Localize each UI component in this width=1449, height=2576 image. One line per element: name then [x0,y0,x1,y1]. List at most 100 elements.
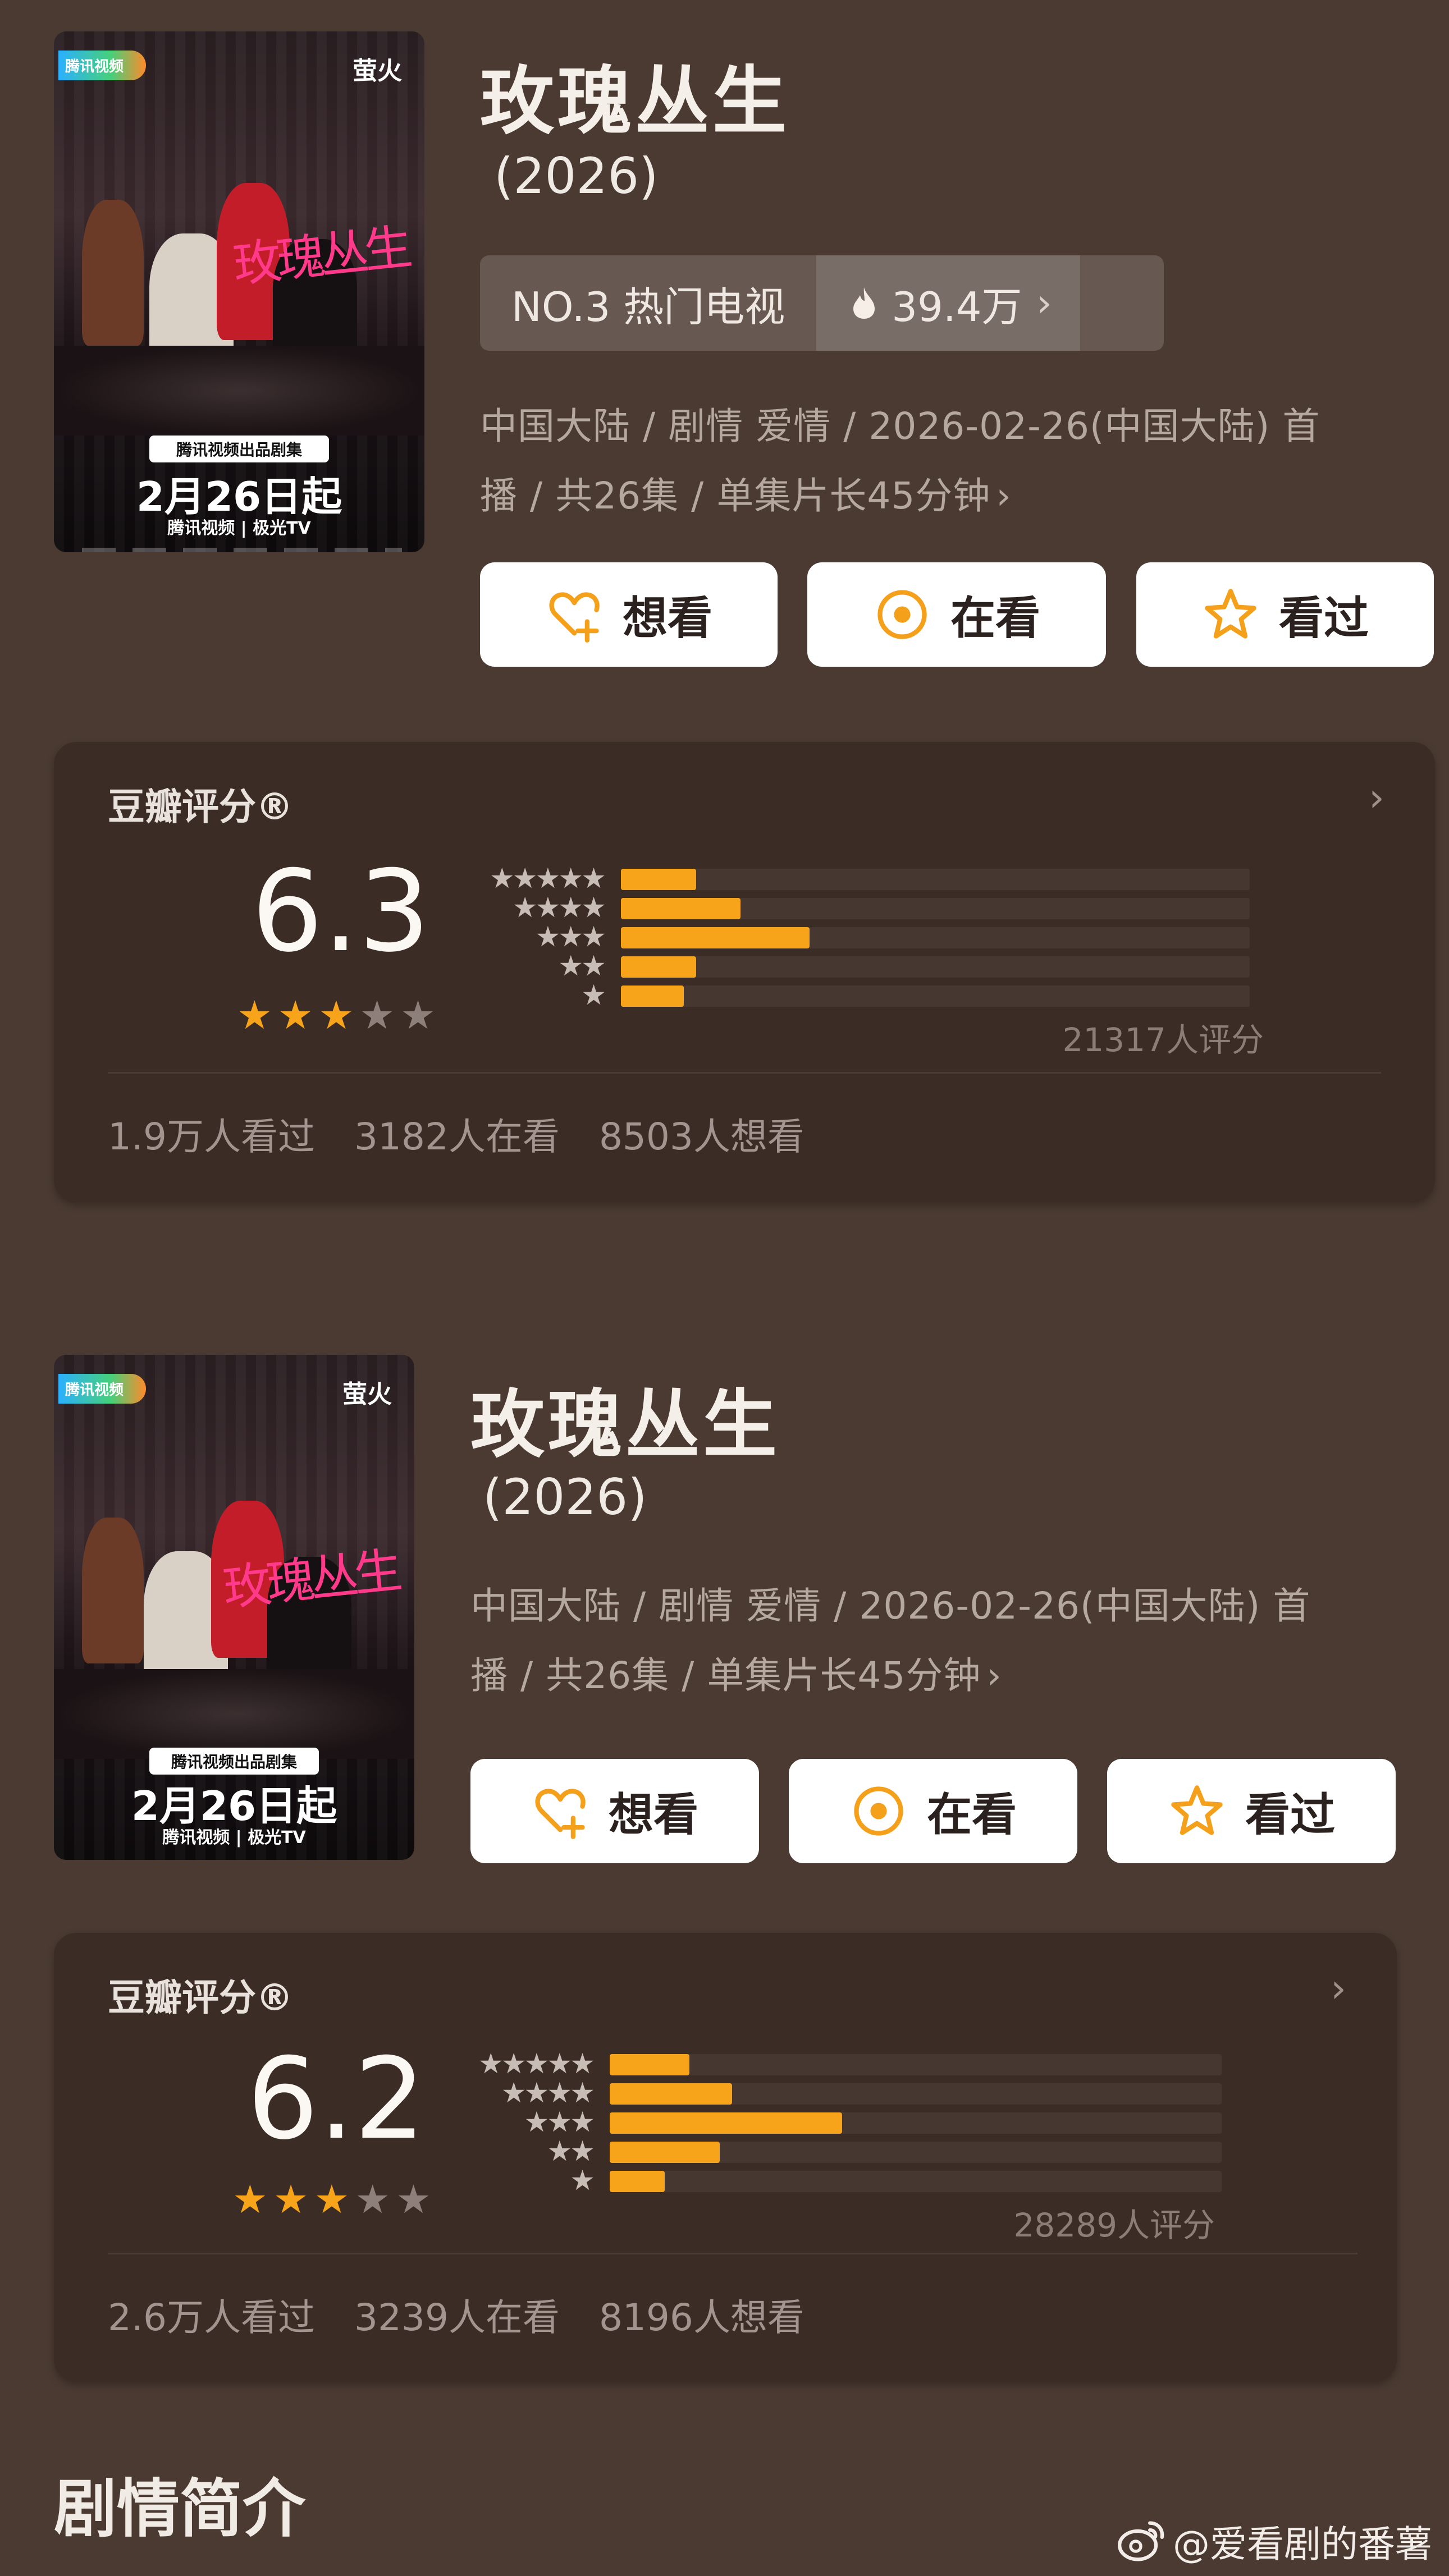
rating-stars: ★ ★ ★ ★ ★ [232,2180,431,2219]
watched-button[interactable]: 看过 [1107,1759,1396,1863]
star-icon [1205,589,1256,639]
rating-distribution: ★★★★★ ★★★★ ★★★ ★★ ★ [458,2047,1283,2222]
chevron-right-icon: › [986,1654,1002,1697]
meta-info[interactable]: 中国大陆 / 剧情 爱情 / 2026-02-26(中国大陆) 首 播 / 共2… [470,1571,1402,1711]
star-row-icon: ★★★ [524,2106,595,2138]
release-year: (2026) [494,147,659,205]
rating-bar-4-star: ★★★★ [469,891,1311,924]
poster-platforms: 腾讯视频 | 极光TV [162,1828,306,1848]
rating-bar-fill [610,2142,720,2163]
watched-count: 2.6万人看过 [108,2296,315,2339]
star-empty-icon: ★ [396,2176,431,2222]
want-button[interactable]: 想看 [480,562,778,667]
rating-bar-fill [621,898,741,919]
rating-bar-fill [610,2054,689,2075]
rating-score: 6.3 [252,846,431,977]
tencent-video-logo: 腾讯视频 [58,51,147,80]
star-empty-icon: ★ [400,992,436,1038]
weibo-icon [1118,2521,1164,2561]
want-label: 想看 [609,1789,698,1841]
rating-bar-fill [621,869,697,890]
chevron-right-icon[interactable]: › [1369,774,1384,821]
watching-label: 在看 [950,592,1040,644]
star-filled-icon: ★ [237,992,272,1038]
poster-image[interactable]: 腾讯视频 萤火 玫瑰丛生 腾讯视频出品剧集 2月26日起 腾讯视频 | 极光TV [54,31,424,552]
release-year: (2026) [483,1468,647,1526]
rating-bar-5-star: ★★★★★ [458,2047,1283,2080]
rating-bar-fill [610,2171,665,2192]
watched-button[interactable]: 看过 [1136,562,1434,667]
want-count: 8503人想看 [598,1115,805,1158]
rating-bar-1-star: ★ [469,979,1311,1011]
page-title: 玫瑰丛生 [480,58,790,145]
rank-badge[interactable]: NO.3 热门电视 39.4万 › [480,255,1164,351]
star-filled-icon: ★ [273,2176,309,2222]
rating-bar-fill [621,956,697,978]
heat-value-group: 39.4万 › [816,255,1080,351]
watermark-text: @爱看剧的番薯 [1173,2523,1432,2566]
star-icon [1171,1785,1223,1835]
watching-button[interactable]: 在看 [789,1759,1077,1863]
star-filled-icon: ★ [318,992,354,1038]
star-row-icon: ★★★★ [512,891,606,924]
douban-rating-label: 豆瓣评分® [108,785,293,828]
entry-1: 腾讯视频 萤火 玫瑰丛生 腾讯视频出品剧集 2月26日起 腾讯视频 | 极光TV… [0,0,1449,1223]
target-icon [854,1786,903,1836]
rating-bar-4-star: ★★★★ [458,2077,1283,2109]
rating-bar-2-star: ★★ [469,950,1311,982]
star-row-icon: ★★★★ [501,2077,595,2109]
meta-line-2: 播 / 共26集 / 单集片长45分钟 [470,1654,981,1697]
star-row-icon: ★★★★★ [478,2047,595,2080]
watching-button[interactable]: 在看 [807,562,1106,667]
rating-bar-fill [621,927,810,948]
star-empty-icon: ★ [359,992,395,1038]
poster-platforms: 腾讯视频 | 极光TV [167,519,311,538]
studio-logo: 萤火 [342,1380,392,1409]
synopsis-heading: 剧情简介 [54,2473,305,2546]
want-button[interactable]: 想看 [470,1759,759,1863]
rating-score: 6.2 [247,2034,426,2165]
studio-logo: 萤火 [353,57,402,85]
meta-line-1: 中国大陆 / 剧情 爱情 / 2026-02-26(中国大陆) 首 [480,405,1320,448]
chevron-right-icon[interactable]: › [1331,1965,1346,2011]
rating-bar-1-star: ★ [458,2164,1283,2197]
watched-label: 看过 [1279,592,1369,644]
poster-badge: 腾讯视频出品剧集 [149,1748,319,1775]
audience-stats: 1.9万人看过 3182人在看 8503人想看 [108,1107,844,1161]
heart-plus-icon [549,592,600,643]
weibo-watermark: @爱看剧的番薯 [1116,2514,1432,2568]
rating-stars: ★ ★ ★ ★ ★ [237,996,436,1035]
rating-bar-3-star: ★★★ [458,2106,1283,2138]
page-title: 玫瑰丛生 [470,1382,780,1468]
star-empty-icon: ★ [355,2176,391,2222]
watched-label: 看过 [1245,1789,1335,1841]
meta-line-1: 中国大陆 / 剧情 爱情 / 2026-02-26(中国大陆) 首 [470,1584,1311,1628]
star-row-icon: ★ [570,2164,595,2197]
target-icon [877,590,927,639]
rating-bar-5-star: ★★★★★ [469,862,1311,895]
star-filled-icon: ★ [277,992,313,1038]
rating-card[interactable]: 豆瓣评分® › 6.3 ★ ★ ★ ★ ★ ★★★★★ ★★★★ ★★★ ★★ ★ 21317人… [54,742,1435,1202]
rating-distribution: ★★★★★ ★★★★ ★★★ ★★ ★ [469,862,1311,1037]
rating-bar-2-star: ★★ [458,2135,1283,2167]
poster-image[interactable]: 腾讯视频 萤火 玫瑰丛生 腾讯视频出品剧集 2月26日起 腾讯视频 | 极光TV [54,1355,414,1860]
star-row-icon: ★★★ [535,920,606,953]
chevron-right-icon: › [996,474,1012,517]
chevron-right-icon: › [1036,281,1052,326]
watching-count: 3239人在看 [354,2296,560,2339]
heart-plus-icon [535,1789,586,1839]
rating-card[interactable]: 豆瓣评分® › 6.2 ★ ★ ★ ★ ★ ★★★★★ ★★★★ ★★★ ★★ ★ 28289人… [54,1933,1397,2382]
star-row-icon: ★★ [547,2135,595,2167]
douban-rating-label: 豆瓣评分® [108,1976,293,2019]
watched-count: 1.9万人看过 [108,1115,315,1158]
rating-bar-fill [610,2112,843,2134]
tencent-video-logo: 腾讯视频 [58,1374,147,1404]
heat-value: 39.4万 [892,283,1022,331]
flame-icon [853,287,875,319]
star-row-icon: ★★ [558,950,606,982]
meta-info[interactable]: 中国大陆 / 剧情 爱情 / 2026-02-26(中国大陆) 首 播 / 共2… [480,392,1401,531]
audience-stats: 2.6万人看过 3239人在看 8196人想看 [108,2288,844,2341]
star-row-icon: ★ [581,979,606,1011]
star-filled-icon: ★ [314,2176,350,2222]
want-count: 8196人想看 [598,2296,805,2339]
